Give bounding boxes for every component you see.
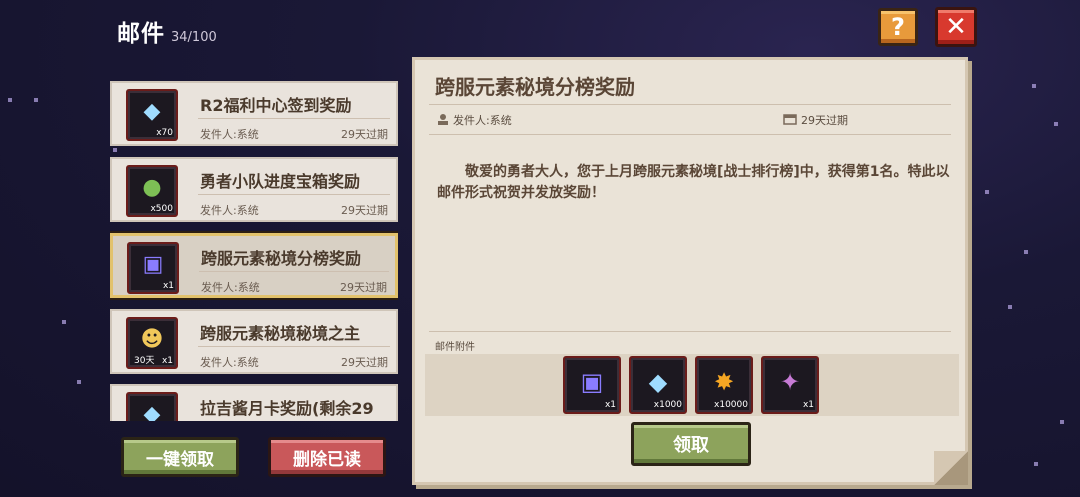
mail-sender: 发件人:系统 bbox=[200, 356, 259, 369]
detail-sender: 发件人:系统 bbox=[437, 112, 512, 128]
divider bbox=[198, 346, 390, 347]
diamond-icon: ◆ bbox=[126, 392, 178, 421]
page-curl bbox=[934, 451, 968, 485]
divider bbox=[429, 134, 951, 135]
mail-item[interactable]: ☻ 30天 x1 跨服元素秘境秘境之主 发件人:系统 29天过期 bbox=[110, 309, 398, 374]
green-medal-icon: ● x500 bbox=[126, 165, 178, 217]
item-quantity: x1 bbox=[802, 400, 814, 410]
item-quantity: x70 bbox=[156, 128, 173, 138]
treasure-chest-icon[interactable]: ✦ x1 bbox=[761, 356, 819, 414]
mail-count: 34/100 bbox=[171, 30, 217, 45]
mail-title: 跨服元素秘境分榜奖励 bbox=[201, 249, 362, 268]
divider bbox=[198, 118, 390, 119]
person-icon bbox=[437, 113, 449, 128]
delete-read-button[interactable]: 删除已读 bbox=[268, 437, 386, 477]
mail-expire: 29天过期 bbox=[340, 281, 387, 294]
attachments-list: ▣ x1 ◆ x1000 ✸ x10000 ✦ x1 bbox=[563, 356, 819, 414]
portal-scroll-icon: ▣ x1 bbox=[127, 242, 179, 294]
close-button[interactable]: ✕ bbox=[935, 7, 977, 47]
mail-item[interactable]: ◆ x70 R2福利中心签到奖励 发件人:系统 29天过期 bbox=[110, 81, 398, 146]
detail-expire: 29天过期 bbox=[783, 112, 848, 128]
expire-text: 29天过期 bbox=[801, 114, 848, 127]
divider bbox=[199, 271, 389, 272]
mail-item[interactable]: ● x500 勇者小队进度宝箱奖励 发件人:系统 29天过期 bbox=[110, 157, 398, 222]
item-quantity: x1 bbox=[162, 281, 174, 291]
mail-body: 敬爱的勇者大人，您于上月跨服元素秘境[战士排行榜]中，获得第1名。特此以邮件形式… bbox=[437, 164, 950, 201]
item-quantity: x1 bbox=[161, 356, 173, 366]
help-button[interactable]: ? bbox=[878, 8, 918, 46]
mail-expire: 29天过期 bbox=[341, 204, 388, 217]
item-duration: 30天 bbox=[134, 356, 155, 366]
mail-detail-panel: 跨服元素秘境分榜奖励 发件人:系统 29天过期 敬爱的勇者大人，您于上月跨服元素… bbox=[412, 57, 968, 485]
page-title: 邮件 bbox=[117, 21, 165, 47]
sender-text: 发件人:系统 bbox=[453, 114, 512, 127]
mail-sender: 发件人:系统 bbox=[200, 204, 259, 217]
mail-expire: 29天过期 bbox=[341, 128, 388, 141]
mail-title: 勇者小队进度宝箱奖励 bbox=[200, 172, 361, 191]
mail-sender: 发件人:系统 bbox=[201, 281, 260, 294]
hero-portrait-icon: ☻ 30天 x1 bbox=[126, 317, 178, 369]
mail-list[interactable]: ◆ x70 R2福利中心签到奖励 发件人:系统 29天过期 ● x500 勇者小… bbox=[110, 81, 398, 421]
claim-button[interactable]: 领取 bbox=[631, 422, 751, 466]
mail-item-selected[interactable]: ▣ x1 跨服元素秘境分榜奖励 发件人:系统 29天过期 bbox=[110, 231, 398, 300]
calendar-icon bbox=[783, 113, 797, 128]
divider bbox=[429, 104, 951, 105]
mail-title: 拉吉酱月卡奖励(剩余29 bbox=[200, 399, 374, 418]
mail-expire: 29天过期 bbox=[341, 356, 388, 369]
mail-item[interactable]: ◆ 拉吉酱月卡奖励(剩余29 bbox=[110, 384, 398, 421]
attachments-label: 邮件附件 bbox=[435, 342, 475, 353]
divider bbox=[429, 331, 951, 332]
diamond-icon: ◆ x70 bbox=[126, 89, 178, 141]
mail-title: R2福利中心签到奖励 bbox=[200, 96, 352, 115]
diamond-icon[interactable]: ◆ x1000 bbox=[629, 356, 687, 414]
item-quantity: x10000 bbox=[714, 400, 748, 410]
detail-title: 跨服元素秘境分榜奖励 bbox=[435, 75, 635, 99]
item-quantity: x1000 bbox=[653, 400, 682, 410]
mail-sender: 发件人:系统 bbox=[200, 128, 259, 141]
portal-scroll-icon[interactable]: ▣ x1 bbox=[563, 356, 621, 414]
item-quantity: x500 bbox=[150, 204, 173, 214]
divider bbox=[198, 194, 390, 195]
collect-all-button[interactable]: 一键领取 bbox=[121, 437, 239, 477]
mail-header: 邮件 34/100 bbox=[117, 14, 217, 48]
gold-burst-icon[interactable]: ✸ x10000 bbox=[695, 356, 753, 414]
item-quantity: x1 bbox=[604, 400, 616, 410]
mail-title: 跨服元素秘境秘境之主 bbox=[200, 324, 361, 343]
